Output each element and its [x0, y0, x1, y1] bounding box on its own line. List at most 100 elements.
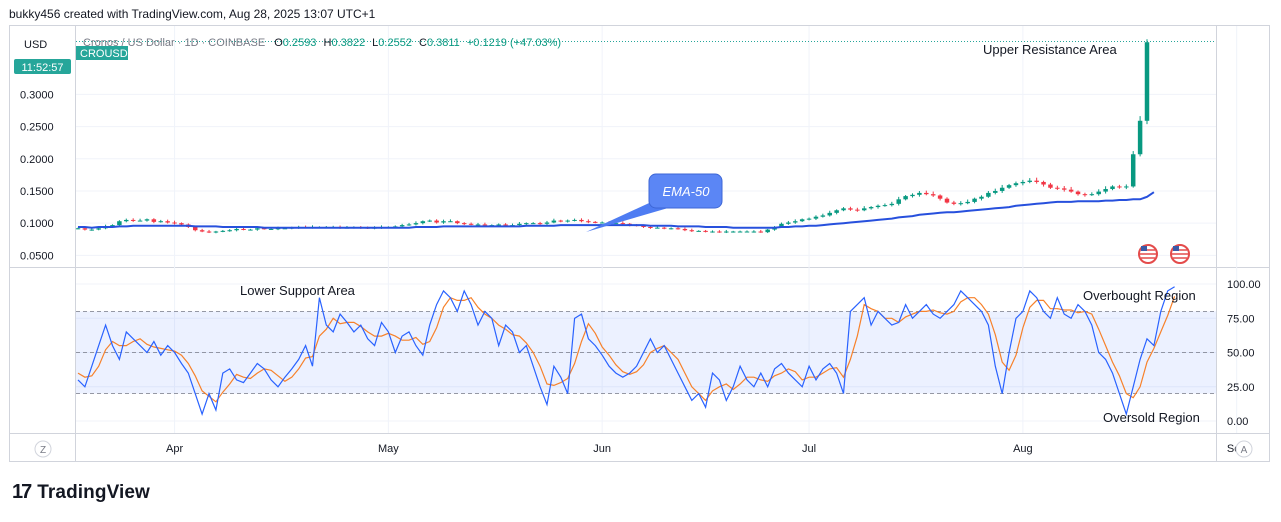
svg-text:Z: Z — [40, 445, 46, 456]
candle — [993, 188, 998, 195]
candle — [944, 197, 950, 204]
candle — [661, 226, 667, 230]
candle — [151, 218, 157, 224]
candle — [1055, 185, 1060, 190]
candle — [965, 199, 970, 205]
candle — [882, 203, 888, 207]
time-tick-label: Apr — [166, 443, 183, 455]
candle — [1013, 181, 1019, 187]
price-tick-label: 0.1000 — [20, 218, 54, 230]
candle — [89, 228, 95, 231]
price-tick-label: 0.0500 — [20, 250, 54, 262]
candle — [213, 230, 219, 234]
candle — [917, 190, 922, 197]
candle — [903, 195, 908, 201]
candle — [786, 220, 791, 225]
candle — [834, 209, 839, 215]
symbol-badge-text: CROUSD — [80, 48, 128, 60]
ema-callout-label: EMA-50 — [663, 184, 711, 199]
candle — [572, 218, 577, 222]
candle — [558, 219, 564, 223]
tradingview-wordmark: TradingView — [37, 481, 150, 503]
candle — [427, 219, 432, 223]
candle — [1027, 178, 1032, 184]
candle — [813, 215, 819, 221]
candle — [248, 228, 253, 231]
us-flag-icon-2 — [1170, 244, 1190, 264]
candle — [130, 218, 136, 222]
candle — [820, 213, 826, 218]
candle — [1137, 116, 1143, 157]
time-tick-label: Jul — [802, 443, 816, 455]
candle — [979, 195, 984, 201]
tradingview-brand: 17 TradingView — [12, 481, 150, 504]
candle — [986, 190, 991, 198]
candle — [206, 229, 212, 234]
candle — [724, 229, 729, 234]
price-axis-ticks: 0.3000 0.2500 0.2000 0.1500 0.1000 0.0500 — [20, 89, 54, 262]
candle — [1020, 179, 1026, 186]
candle — [675, 227, 681, 230]
candle — [1096, 189, 1101, 196]
candle — [758, 229, 764, 233]
lower-support-label: Lower Support Area — [240, 283, 356, 298]
candle — [744, 230, 750, 233]
candle — [696, 230, 701, 232]
candle — [751, 230, 757, 233]
time-tick-label: Aug — [1013, 443, 1033, 455]
candle — [951, 200, 957, 206]
time-tick-label: May — [378, 443, 399, 455]
candle — [930, 191, 936, 197]
time-tick-label: Jun — [593, 443, 611, 455]
candle — [124, 218, 129, 223]
candle — [1130, 151, 1136, 188]
candle — [1082, 192, 1088, 197]
candle — [1103, 186, 1108, 194]
candle — [461, 222, 467, 226]
stoch-tick-label: 100.00 — [1227, 279, 1261, 291]
candle — [1006, 183, 1012, 189]
candle — [1034, 177, 1039, 184]
candle — [868, 206, 874, 210]
currency-label[interactable]: USD — [24, 39, 47, 51]
upper-resistance-label: Upper Resistance Area — [983, 42, 1117, 57]
candle — [144, 218, 150, 222]
candle — [689, 228, 695, 233]
candle — [1144, 39, 1150, 125]
us-flag-icon-1 — [1138, 244, 1158, 264]
candle — [565, 219, 570, 223]
candle — [420, 220, 426, 225]
candle — [551, 218, 557, 224]
price-tick-label: 0.3000 — [20, 89, 54, 101]
candle — [579, 218, 584, 223]
countdown-text: 11:52:57 — [21, 62, 63, 74]
candle — [682, 227, 688, 232]
candle — [889, 201, 895, 207]
candles-group — [76, 39, 1150, 234]
candle — [172, 220, 177, 225]
overbought-label: Overbought Region — [1083, 288, 1196, 303]
candle — [841, 207, 846, 212]
candle — [799, 218, 805, 223]
candle — [1041, 180, 1046, 187]
candle — [227, 229, 232, 232]
candle — [937, 194, 943, 201]
tradingview-logo-icon: 17 — [12, 481, 32, 503]
stoch-tick-label: 75.00 — [1227, 313, 1255, 325]
timezone-z-button[interactable]: Z — [34, 440, 52, 458]
candle — [1089, 192, 1095, 196]
candle — [958, 201, 964, 206]
candle — [717, 230, 722, 233]
candle — [972, 197, 977, 204]
stoch-tick-label: 0.00 — [1227, 416, 1248, 428]
time-axis-ticks: AprMayJunJulAugSep — [166, 443, 1246, 455]
candle — [827, 210, 832, 217]
price-tick-label: 0.2000 — [20, 154, 54, 166]
candle — [710, 230, 715, 233]
candle — [1117, 184, 1122, 189]
candle — [703, 229, 708, 233]
candle — [413, 221, 419, 226]
auto-scale-a-button[interactable]: A — [1235, 440, 1253, 458]
candle — [599, 221, 605, 224]
candle — [1048, 182, 1053, 189]
